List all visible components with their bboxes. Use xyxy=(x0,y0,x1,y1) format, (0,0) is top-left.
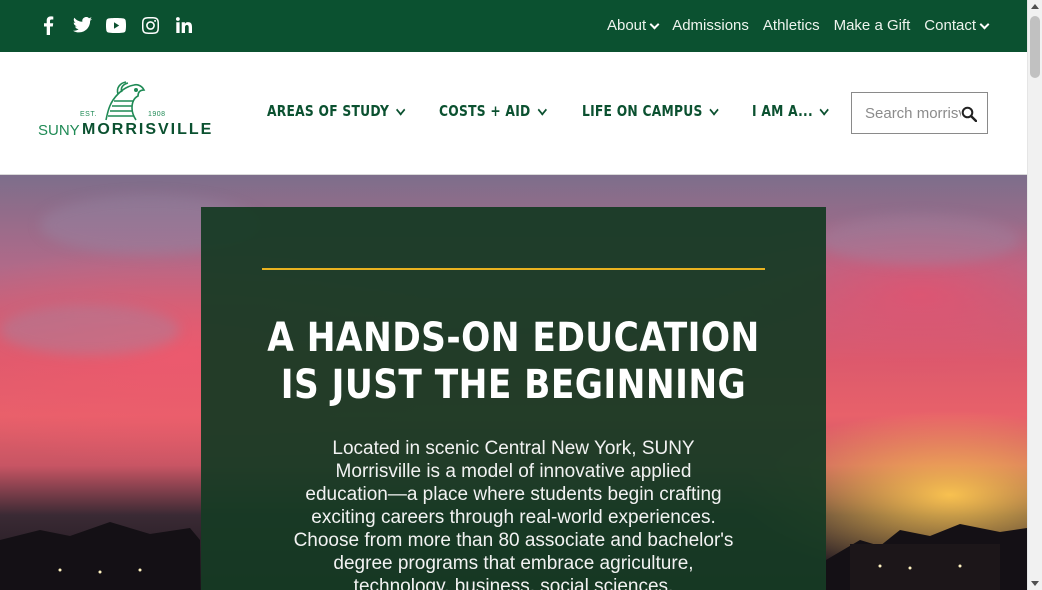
page-scrollbar[interactable] xyxy=(1027,0,1042,590)
util-nav-label: About xyxy=(606,17,647,34)
util-nav-label: Admissions xyxy=(672,17,749,34)
main-nav-i-am-a[interactable]: I AM A... xyxy=(751,102,829,120)
main-nav-label: COSTS + AID xyxy=(438,102,531,120)
hero-title-line2: IS JUST THE BEGINNING xyxy=(280,362,747,408)
utility-nav: About Admissions Athletics Make a Gift C… xyxy=(606,17,990,34)
util-nav-athletics[interactable]: Athletics xyxy=(763,17,820,34)
youtube-icon[interactable] xyxy=(106,13,126,37)
hero-cloud xyxy=(820,215,1020,265)
hero-divider xyxy=(262,268,765,270)
hero-title-line1: A HANDS-ON EDUCATION xyxy=(267,315,760,361)
search-icon[interactable] xyxy=(961,106,977,122)
chevron-down-icon xyxy=(395,104,406,116)
main-nav-costs-aid[interactable]: COSTS + AID xyxy=(438,102,547,120)
util-nav-contact[interactable]: Contact xyxy=(924,17,990,34)
scrollbar-thumb[interactable] xyxy=(1030,16,1040,78)
logo-name: MORRISVILLE xyxy=(82,121,214,138)
logo-suny: SUNY xyxy=(38,122,80,139)
util-nav-label: Athletics xyxy=(762,17,820,34)
top-utility-bar: About Admissions Athletics Make a Gift C… xyxy=(0,0,1027,52)
util-nav-about[interactable]: About xyxy=(606,17,660,34)
site-logo[interactable]: EST. 1908 SUNY MORRISVILLE xyxy=(38,80,213,142)
util-nav-label: Contact xyxy=(924,17,976,34)
chevron-down-icon xyxy=(819,104,829,116)
hero-title: A HANDS-ON EDUCATION IS JUST THE BEGINNI… xyxy=(262,315,765,409)
hero-card: A HANDS-ON EDUCATION IS JUST THE BEGINNI… xyxy=(201,207,826,590)
chevron-down-icon xyxy=(537,104,547,116)
logo-est: EST. xyxy=(80,111,97,118)
logo-year: 1908 xyxy=(148,111,166,118)
scroll-up-arrow-icon[interactable] xyxy=(1031,4,1039,9)
main-nav-life-on-campus[interactable]: LIFE ON CAMPUS xyxy=(582,102,720,120)
facebook-icon[interactable] xyxy=(38,13,58,37)
main-nav: AREAS OF STUDY COSTS + AID LIFE ON CAMPU… xyxy=(267,102,874,120)
twitter-icon[interactable] xyxy=(72,13,92,37)
instagram-icon[interactable] xyxy=(140,13,160,37)
chevron-down-icon xyxy=(649,19,660,29)
hero-banner: A HANDS-ON EDUCATION IS JUST THE BEGINNI… xyxy=(0,175,1027,590)
main-nav-areas-of-study[interactable]: AREAS OF STUDY xyxy=(267,102,406,120)
scroll-down-arrow-icon[interactable] xyxy=(1031,581,1039,586)
main-nav-label: I AM A... xyxy=(751,102,813,120)
hero-body: Located in scenic Central New York, SUNY… xyxy=(293,438,734,590)
search-box xyxy=(851,92,988,134)
mustang-horse-icon xyxy=(105,81,146,121)
main-nav-label: AREAS OF STUDY xyxy=(267,102,390,120)
main-nav-label: LIFE ON CAMPUS xyxy=(582,102,704,120)
util-nav-make-a-gift[interactable]: Make a Gift xyxy=(834,17,911,34)
chevron-down-icon xyxy=(979,19,990,29)
util-nav-label: Make a Gift xyxy=(833,17,911,34)
linkedin-icon[interactable] xyxy=(174,13,194,37)
main-header: EST. 1908 SUNY MORRISVILLE AREAS OF STUD… xyxy=(0,52,1027,175)
util-nav-admissions[interactable]: Admissions xyxy=(672,17,749,34)
chevron-down-icon xyxy=(709,104,720,116)
hero-cloud xyxy=(0,305,180,355)
social-links xyxy=(38,13,194,37)
